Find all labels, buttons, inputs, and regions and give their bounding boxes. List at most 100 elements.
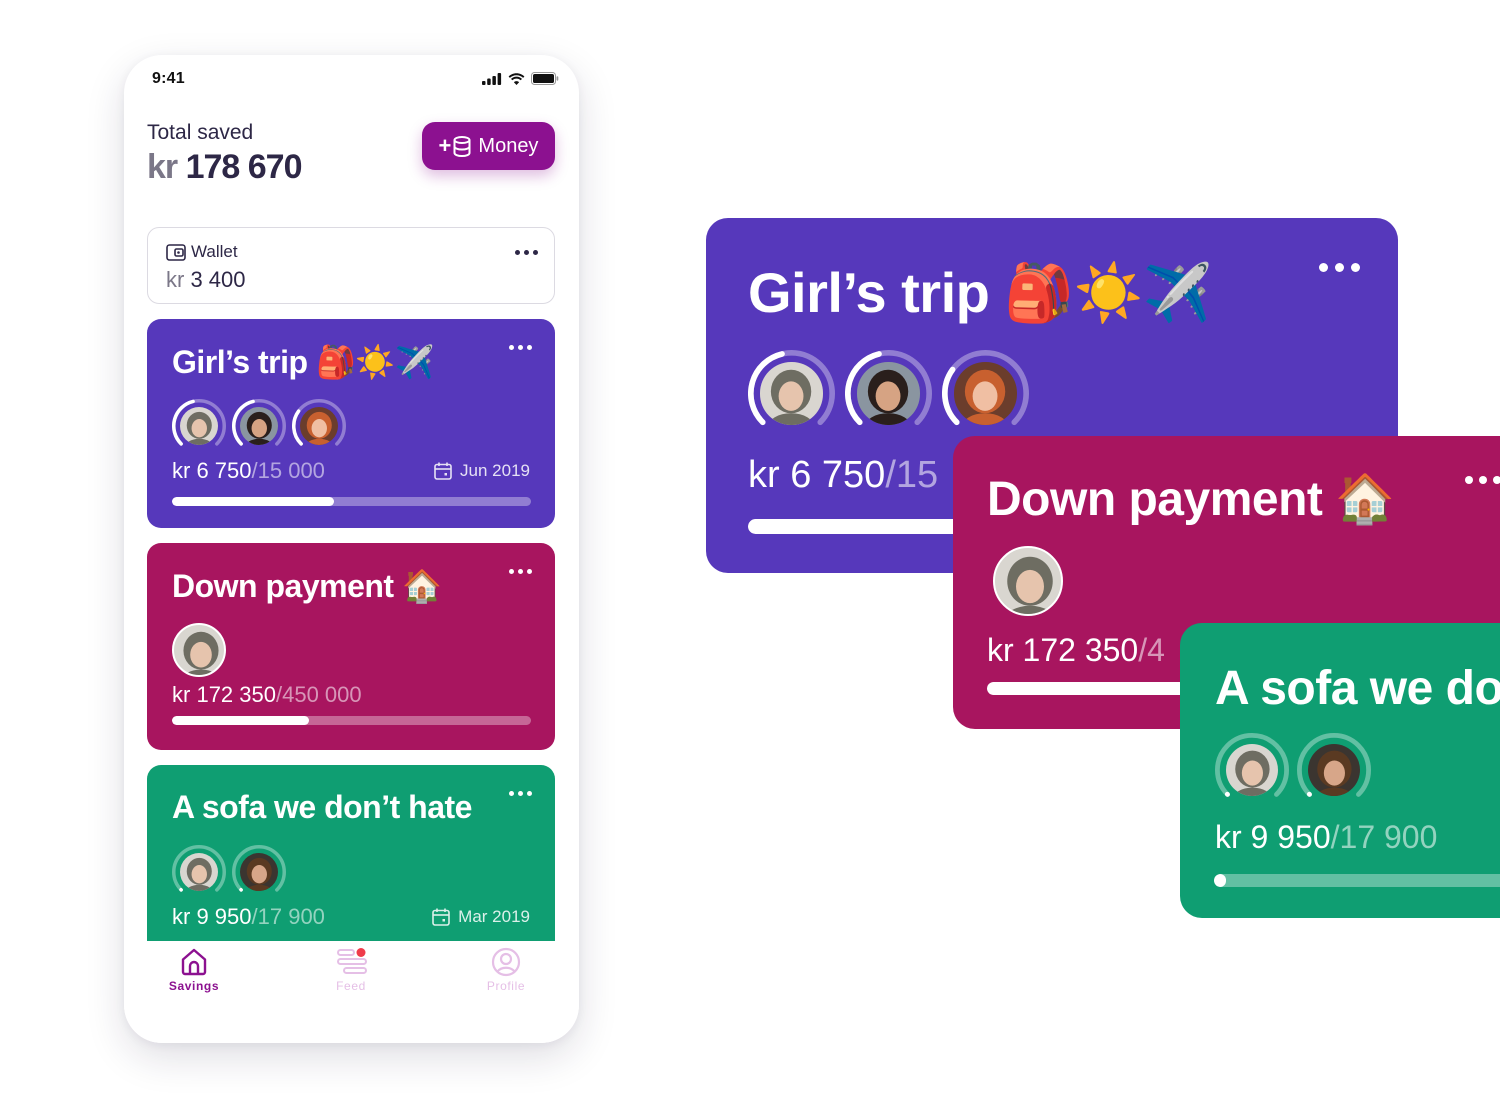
more-dots-icon[interactable] bbox=[515, 250, 538, 255]
member-avatar[interactable] bbox=[172, 623, 226, 677]
wallet-icon bbox=[166, 243, 186, 261]
wallet-card[interactable]: Wallet kr 3 400 bbox=[147, 227, 555, 304]
avatar-photo bbox=[172, 623, 226, 677]
zoomed-goal-card-sofa[interactable]: A sofa we do kr 9 950/17 900 bbox=[1180, 623, 1500, 918]
goal-amount: kr 6 750/15 bbox=[748, 454, 938, 497]
currency-label: kr bbox=[166, 267, 185, 292]
total-amount: 178 670 bbox=[185, 148, 303, 186]
avatar-photo bbox=[299, 406, 339, 446]
member-avatar[interactable] bbox=[993, 546, 1063, 616]
more-dots-icon[interactable] bbox=[1465, 476, 1500, 484]
status-bar: 9:41 bbox=[124, 55, 579, 105]
total-saved-value: kr 178 670 bbox=[147, 148, 302, 187]
goal-amount: kr 172 350/450 000 bbox=[172, 682, 362, 708]
member-avatar[interactable] bbox=[172, 845, 226, 899]
target-amount: /15 bbox=[885, 454, 939, 496]
avatar-photo bbox=[1307, 743, 1361, 797]
saved-amount: 172 350 bbox=[196, 682, 276, 707]
phone-frame: 9:41 Total saved kr 178 670 + Money Wall… bbox=[124, 55, 579, 1043]
status-time: 9:41 bbox=[152, 70, 185, 87]
goal-title-text: A sofa we do bbox=[1215, 662, 1500, 715]
tab-bar: Savings Feed Profile bbox=[124, 941, 579, 1043]
goal-date: Jun 2019 bbox=[434, 461, 530, 481]
avatar-photo bbox=[857, 362, 920, 425]
battery-icon bbox=[531, 72, 559, 85]
tab-feed[interactable]: Feed bbox=[291, 947, 411, 993]
feed-icon bbox=[337, 948, 367, 974]
progress-fill bbox=[1214, 874, 1226, 887]
avatar-photo bbox=[954, 362, 1017, 425]
more-dots-icon[interactable] bbox=[509, 345, 532, 350]
total-saved-header: Total saved kr 178 670 bbox=[147, 121, 302, 187]
signal-icon bbox=[482, 72, 502, 85]
goal-emoji: 🏠 bbox=[1335, 473, 1395, 526]
goal-title-text: A sofa we don’t hate bbox=[172, 789, 472, 825]
avatar-face-icon bbox=[184, 411, 214, 446]
avatar-face-icon bbox=[244, 857, 274, 892]
tab-profile[interactable]: Profile bbox=[446, 947, 566, 993]
goal-amount: kr 172 350/4 bbox=[987, 632, 1165, 669]
avatar-face-icon bbox=[865, 370, 912, 425]
wallet-balance: kr 3 400 bbox=[166, 267, 246, 293]
more-dots-icon[interactable] bbox=[509, 569, 532, 574]
currency-label: kr bbox=[987, 632, 1014, 668]
goal-card-girls-trip[interactable]: Girl’s trip 🎒☀️✈️ kr 6 750/15 000 Jun 20… bbox=[147, 319, 555, 528]
tab-label: Profile bbox=[486, 979, 526, 993]
profile-icon bbox=[491, 947, 521, 977]
avatar-photo bbox=[239, 852, 279, 892]
member-avatar[interactable] bbox=[1297, 733, 1371, 807]
add-money-button[interactable]: + Money bbox=[422, 122, 555, 170]
target-amount: /17 900 bbox=[251, 904, 325, 929]
progress-fill bbox=[172, 716, 310, 725]
avatar-photo bbox=[993, 546, 1063, 616]
avatar-face-icon bbox=[1232, 750, 1272, 797]
member-avatar[interactable] bbox=[292, 399, 346, 453]
saved-amount: 6 750 bbox=[196, 458, 252, 483]
saved-amount: 6 750 bbox=[790, 454, 886, 496]
currency-label: kr bbox=[172, 458, 191, 483]
goal-title: A sofa we don’t hate bbox=[172, 789, 472, 826]
member-avatar[interactable] bbox=[172, 399, 226, 453]
plus-sign: + bbox=[438, 133, 452, 158]
saved-amount: 172 350 bbox=[1022, 632, 1139, 668]
member-avatar[interactable] bbox=[232, 845, 286, 899]
avatar-face-icon bbox=[244, 411, 274, 446]
member-avatar[interactable] bbox=[748, 350, 835, 437]
wifi-icon bbox=[508, 72, 525, 85]
goal-emoji: 🏠 bbox=[401, 568, 442, 604]
member-avatars bbox=[748, 350, 1029, 437]
calendar-icon bbox=[432, 908, 450, 926]
tab-savings[interactable]: Savings bbox=[134, 947, 254, 993]
member-avatar[interactable] bbox=[1215, 733, 1289, 807]
goal-card-down-payment[interactable]: Down payment 🏠 kr 172 350/450 000 bbox=[147, 543, 555, 750]
goal-amount: kr 9 950/17 900 bbox=[1215, 819, 1437, 856]
currency-label: kr bbox=[748, 454, 780, 496]
goal-title: A sofa we do bbox=[1215, 661, 1500, 716]
avatar-photo bbox=[179, 406, 219, 446]
goal-title-text: Girl’s trip bbox=[172, 344, 308, 380]
goal-amount: kr 9 950/17 900 bbox=[172, 904, 325, 930]
avatar-photo bbox=[239, 406, 279, 446]
currency-label: kr bbox=[147, 148, 178, 186]
member-avatar[interactable] bbox=[845, 350, 932, 437]
progress-fill bbox=[172, 497, 334, 506]
goal-emoji: 🎒☀️✈️ bbox=[315, 344, 435, 380]
status-icons bbox=[482, 72, 559, 85]
goal-amount: kr 6 750/15 000 bbox=[172, 458, 325, 484]
goal-date-text: Jun 2019 bbox=[460, 461, 530, 480]
progress-bar bbox=[172, 497, 531, 506]
coins-icon bbox=[453, 135, 471, 157]
more-dots-icon[interactable] bbox=[509, 791, 532, 796]
add-money-label: Money bbox=[478, 134, 539, 157]
tab-label: Savings bbox=[168, 979, 220, 993]
more-dots-icon[interactable] bbox=[1319, 263, 1360, 272]
currency-label: kr bbox=[1215, 819, 1242, 855]
avatar-face-icon bbox=[184, 857, 214, 892]
wallet-label: Wallet bbox=[191, 242, 238, 261]
progress-bar bbox=[1214, 874, 1500, 887]
member-avatar[interactable] bbox=[942, 350, 1029, 437]
progress-bar bbox=[172, 716, 531, 725]
member-avatar[interactable] bbox=[232, 399, 286, 453]
goal-card-sofa[interactable]: A sofa we don’t hate kr 9 950/17 900 Mar… bbox=[147, 765, 555, 965]
member-avatars bbox=[172, 845, 286, 899]
